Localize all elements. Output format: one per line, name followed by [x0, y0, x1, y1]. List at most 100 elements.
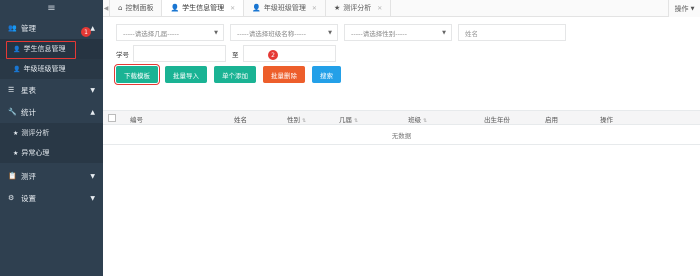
user-icon: 👤	[170, 4, 180, 12]
sidebar-item-label: 测评分析	[21, 129, 50, 137]
column-label: 姓名	[234, 116, 247, 124]
gender-select[interactable]: -----请选择性别----- ▼	[344, 24, 452, 41]
star-icon: ★	[13, 129, 19, 137]
column-label: 启用	[545, 116, 558, 124]
single-add-button[interactable]: 单个添加	[214, 66, 256, 83]
column-header[interactable]: 编号	[130, 114, 143, 124]
sidebar-section-settings[interactable]: ⚙ 设置 ▼	[0, 187, 103, 209]
class-select[interactable]: -----请选择班级名称----- ▼	[230, 24, 338, 41]
home-icon: ⌂	[118, 4, 123, 12]
download-template-button[interactable]: 下载模板	[114, 64, 160, 85]
action-toolbar: 下载模板 批量导入 单个添加 批量删除 搜索	[114, 64, 348, 85]
sidebar-section-evaluation[interactable]: 📋 测评 ▼	[0, 165, 103, 187]
student-id-from-input[interactable]	[133, 45, 226, 62]
sidebar-item-abnormal-psych[interactable]: ★ 异常心理	[0, 143, 103, 163]
grade-select[interactable]: -----请选择几届----- ▼	[116, 24, 224, 41]
column-header[interactable]: 姓名	[234, 114, 247, 124]
select-all-checkbox[interactable]	[108, 114, 116, 122]
column-header: 操作	[600, 114, 613, 124]
range-to-label: 至	[232, 50, 239, 59]
sidebar-item-label: 异常心理	[21, 149, 50, 157]
chevron-down-icon: ▼	[90, 86, 95, 94]
sidebar-section-statistics[interactable]: 🔧 统计 ▲	[0, 101, 103, 123]
student-id-label: 学号	[116, 50, 129, 59]
close-icon[interactable]: ✕	[230, 5, 235, 12]
name-placeholder: 姓名	[465, 29, 478, 38]
column-header[interactable]: 性别 ⇅	[287, 114, 306, 124]
operations-menu[interactable]: 操作 ▼	[668, 0, 700, 17]
table-icon: ☰	[8, 86, 15, 94]
tab-label: 控制面板	[125, 4, 154, 12]
user-icon: 👤	[252, 4, 261, 12]
tab-label: 测评分析	[343, 4, 372, 12]
sidebar-item-eval-analysis[interactable]: ★ 测评分析	[0, 123, 103, 143]
gear-icon: ⚙	[8, 194, 15, 202]
column-label: 编号	[130, 116, 143, 124]
wrench-icon: 🔧	[8, 108, 17, 116]
tab-label: 年级班级管理	[263, 4, 306, 12]
bulk-import-button[interactable]: 批量导入	[165, 66, 207, 83]
sidebar-section-label: 星表	[21, 85, 36, 95]
close-icon[interactable]: ✕	[312, 5, 317, 12]
sidebar-section-label: 管理	[21, 23, 36, 33]
users-icon: 👥	[8, 24, 17, 32]
chevron-down-icon: ▼	[328, 30, 332, 36]
star-icon: ★	[333, 4, 341, 12]
tab-scroll-left-icon[interactable]: ◀	[103, 0, 110, 16]
sidebar-section-label: 测评	[21, 171, 36, 181]
tab-label: 学生信息管理	[182, 4, 225, 12]
column-label: 出生年份	[484, 116, 510, 124]
chevron-up-icon: ▲	[90, 24, 95, 32]
chevron-down-icon: ▼	[214, 30, 218, 36]
tab-dashboard[interactable]: ⌂ 控制面板	[110, 0, 163, 16]
tab-student-info[interactable]: 👤 学生信息管理 ✕	[162, 0, 245, 16]
chevron-down-icon: ▼	[690, 5, 695, 12]
operations-label: 操作	[674, 4, 689, 13]
tab-grade-class[interactable]: 👤 年级班级管理 ✕	[244, 0, 326, 16]
column-header[interactable]: 几届 ⇅	[339, 114, 358, 124]
user-icon: 👤	[13, 65, 21, 73]
sidebar-item-label: 年级班级管理	[23, 65, 66, 73]
chevron-down-icon: ▼	[90, 172, 95, 180]
sidebar: ≡ 👥 管理 ▲ 👤 学生信息管理 👤 年级班级管理 ☰ 星表 ▼ 🔧 统计 ▲…	[0, 0, 103, 276]
sort-icon: ⇅	[302, 118, 307, 124]
column-header[interactable]: 启用	[545, 114, 558, 124]
column-label: 班级	[408, 116, 421, 124]
column-header[interactable]: 班级 ⇅	[408, 114, 427, 124]
sidebar-section-label: 统计	[21, 107, 36, 117]
sort-icon: ⇅	[354, 118, 359, 124]
app-root: ≡ 👥 管理 ▲ 👤 学生信息管理 👤 年级班级管理 ☰ 星表 ▼ 🔧 统计 ▲…	[0, 0, 700, 276]
tab-bar: ◀ ⌂ 控制面板 👤 学生信息管理 ✕ 👤 年级班级管理 ✕ ★ 测评分析 ✕ …	[103, 0, 700, 17]
chevron-down-icon: ▼	[90, 194, 95, 202]
column-label: 几届	[339, 116, 352, 124]
chevron-down-icon: ▼	[442, 30, 446, 36]
column-label: 操作	[600, 116, 613, 124]
menu-toggle-icon[interactable]: ≡	[0, 0, 103, 17]
student-id-to-input[interactable]	[242, 45, 336, 62]
close-icon[interactable]: ✕	[377, 5, 382, 12]
filter-row: -----请选择几届----- ▼ -----请选择班级名称----- ▼ --…	[116, 24, 566, 41]
search-button[interactable]: 搜索	[312, 66, 341, 83]
gender-select-value: -----请选择性别-----	[351, 29, 407, 38]
sidebar-section-label: 设置	[21, 193, 36, 203]
bulk-delete-button[interactable]: 批量删除	[263, 66, 305, 83]
chevron-up-icon: ▲	[90, 108, 95, 116]
annotation-badge: 2	[268, 50, 278, 60]
tab-eval-analysis[interactable]: ★ 测评分析 ✕	[326, 0, 392, 16]
sort-icon: ⇅	[423, 118, 428, 124]
table-header: 编号 姓名 性别 ⇅ 几届 ⇅ 班级 ⇅ 出生年份 启用 操作	[103, 110, 700, 125]
sidebar-item-grade-class[interactable]: 👤 年级班级管理	[0, 59, 103, 79]
student-id-range: 学号 至	[116, 45, 342, 62]
empty-state: 无数据	[103, 125, 700, 145]
main-content: -----请选择几届----- ▼ -----请选择班级名称----- ▼ --…	[103, 17, 700, 276]
column-header[interactable]: 出生年份	[484, 114, 510, 124]
annotation-badge: 1	[81, 27, 91, 37]
column-label: 性别	[287, 116, 300, 124]
highlight-box	[6, 41, 76, 59]
sidebar-section-star-table[interactable]: ☰ 星表 ▼	[0, 79, 103, 101]
name-input[interactable]: 姓名	[458, 24, 566, 41]
class-select-value: -----请选择班级名称-----	[237, 29, 306, 38]
clipboard-icon: 📋	[8, 172, 17, 180]
star-icon: ★	[13, 149, 19, 157]
grade-select-value: -----请选择几届-----	[123, 29, 179, 38]
